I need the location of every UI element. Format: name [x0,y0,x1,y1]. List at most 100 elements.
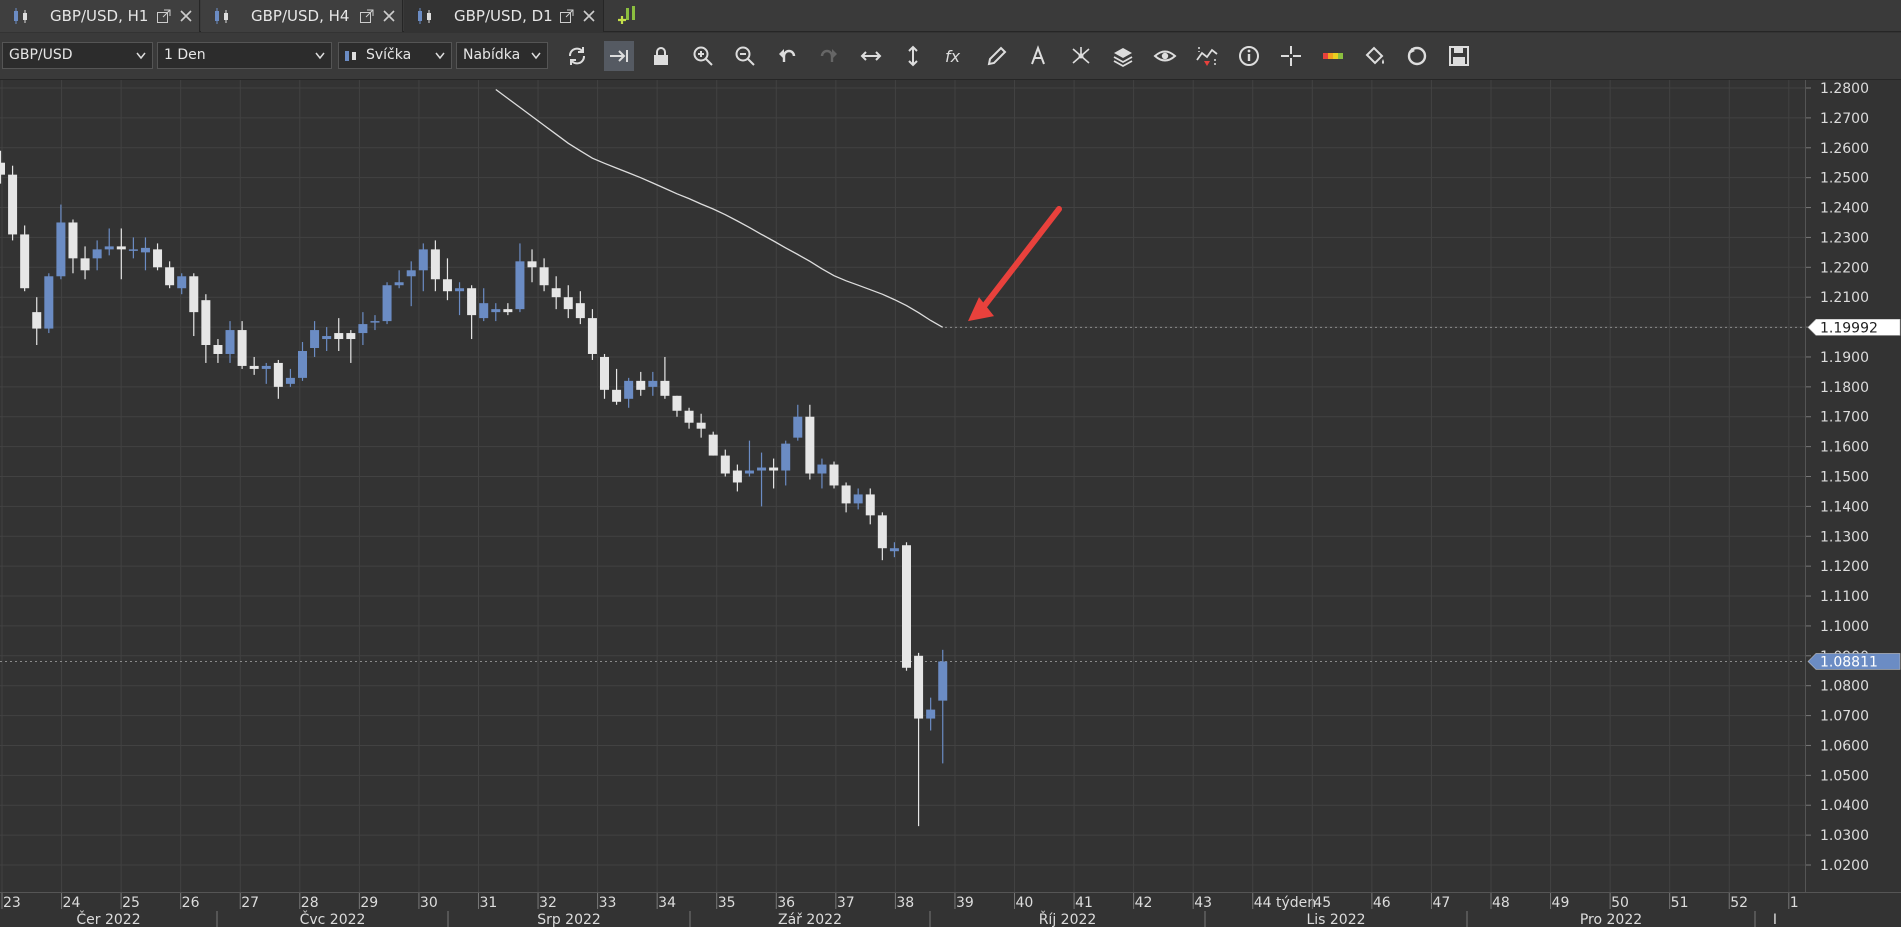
bearish-candle [563,297,573,310]
price-side-select[interactable]: Nabídka [456,42,548,69]
timeframe-select[interactable]: 1 Den [157,42,332,69]
tab-gbpusd-d1[interactable]: GBP/USD, D1 [404,0,604,32]
redo-button[interactable] [814,41,844,71]
month-label: I [1773,912,1777,927]
week-label: 26 [182,895,200,911]
week-label: 40 [1016,895,1034,911]
chart-style-select[interactable]: Svíčka [338,42,452,69]
bullish-candle [225,330,235,354]
week-label: 37 [837,895,855,911]
pencil-button[interactable] [982,41,1012,71]
zoom-in-button[interactable] [688,41,718,71]
time-axis[interactable]: 23 24 25 26 27 28 29 30 31 32 33 34 35 36 37 38 39 40 41 42… [0,892,1901,927]
price-tick-label: 1.1200 [1820,559,1869,575]
trade-markers-icon [1196,47,1218,66]
week-label: 32 [539,895,557,911]
close-tab-icon[interactable] [581,8,597,24]
bearish-candle [213,345,223,354]
week-label: 44 týden [1254,895,1316,911]
bearish-candle [877,515,887,549]
symbol-select[interactable]: GBP/USD [2,42,153,69]
detach-tab-icon[interactable] [559,8,575,24]
indicators-button[interactable]: fx [940,41,970,71]
bullish-candle [394,282,404,286]
chevron-down-icon [315,52,325,60]
price-side-value: Nabídka [463,47,521,63]
bullish-candle [744,470,754,474]
price-tick-label: 1.1800 [1820,380,1869,396]
week-label: 51 [1671,895,1689,911]
price-tick-label: 1.1500 [1820,469,1869,485]
chart-tab-bar: GBP/USD, H1 GBP/USD, H4 GBP/USD, D1 [0,0,1901,32]
price-tick-label: 1.0200 [1820,858,1869,874]
visibility-button[interactable] [1150,41,1180,71]
fit-vertical-icon [908,45,918,67]
drawing-objects-icon [1072,47,1090,64]
tab-gbpusd-h4[interactable]: GBP/USD, H4 [201,0,403,32]
detach-tab-icon[interactable] [359,8,375,24]
bullish-candle [406,270,416,277]
bearish-candle [575,303,585,319]
bullish-candle [515,261,525,310]
week-label: 42 [1135,895,1153,911]
trade-markers-button[interactable] [1192,41,1222,71]
price-tick-label: 1.2200 [1820,260,1869,276]
close-tab-icon[interactable] [178,8,194,24]
bearish-candle [467,288,477,316]
bearish-candle [0,162,5,175]
bearish-candle [346,333,356,340]
bearish-candle [8,174,18,235]
bullish-candle [938,661,948,701]
tab-label: GBP/USD, H4 [251,7,350,25]
text-tool-button[interactable] [1024,41,1054,71]
price-axis[interactable]: 1.2800 1.2700 1.2600 1.2500 1.2400 1.2300 1.22… [1805,80,1901,892]
bearish-candle [249,365,259,369]
fit-horizontal-button[interactable] [856,41,886,71]
info-button[interactable] [1234,41,1264,71]
reset-button[interactable] [1402,41,1432,71]
fit-vertical-button[interactable] [898,41,928,71]
detach-tab-icon[interactable] [156,8,172,24]
bearish-candle [732,470,742,483]
refresh-icon [569,47,585,65]
redo-icon [820,49,837,62]
price-chart-plot[interactable] [0,80,1805,892]
info-icon [1239,46,1259,66]
bullish-candle [310,330,320,348]
bearish-candle [32,312,42,329]
crosshair-button[interactable] [1276,41,1306,71]
week-label: 25 [122,895,140,911]
refresh-button[interactable] [562,41,592,71]
candlestick-icon [345,51,356,61]
add-chart-tab-icon[interactable] [616,4,642,28]
month-label: Pro 2022 [1580,912,1642,927]
close-tab-icon[interactable] [381,8,397,24]
svg-text:fx: fx [945,47,961,66]
layers-button[interactable] [1108,41,1138,71]
autoscroll-button[interactable] [604,41,634,71]
week-label: 39 [956,895,974,911]
bearish-candle [430,249,440,280]
paint-bucket-icon [1365,46,1384,65]
pencil-icon [987,46,1007,66]
lock-button[interactable] [646,41,676,71]
moving-average-line [495,88,944,328]
ma-price-tag-text: 1.19992 [1820,320,1878,336]
tab-gbpusd-h1[interactable]: GBP/USD, H1 [0,0,200,32]
timeframe-value: 1 Den [164,47,206,63]
drawing-objects-button[interactable] [1066,41,1096,71]
month-label: Čvc 2022 [300,910,366,927]
color-theme-button[interactable] [1318,41,1348,71]
bullish-candle [793,416,803,438]
bullish-candle [624,380,634,399]
chevron-down-icon [136,52,146,60]
undo-button[interactable] [772,41,802,71]
save-button[interactable] [1444,41,1474,71]
price-tick-label: 1.1600 [1820,440,1869,456]
week-label: 35 [718,895,736,911]
paint-bucket-button[interactable] [1360,41,1390,71]
week-label: 30 [420,895,438,911]
zoom-out-button[interactable] [730,41,760,71]
week-label: 36 [777,895,795,911]
last-price-tag-text: 1.08811 [1820,654,1878,670]
